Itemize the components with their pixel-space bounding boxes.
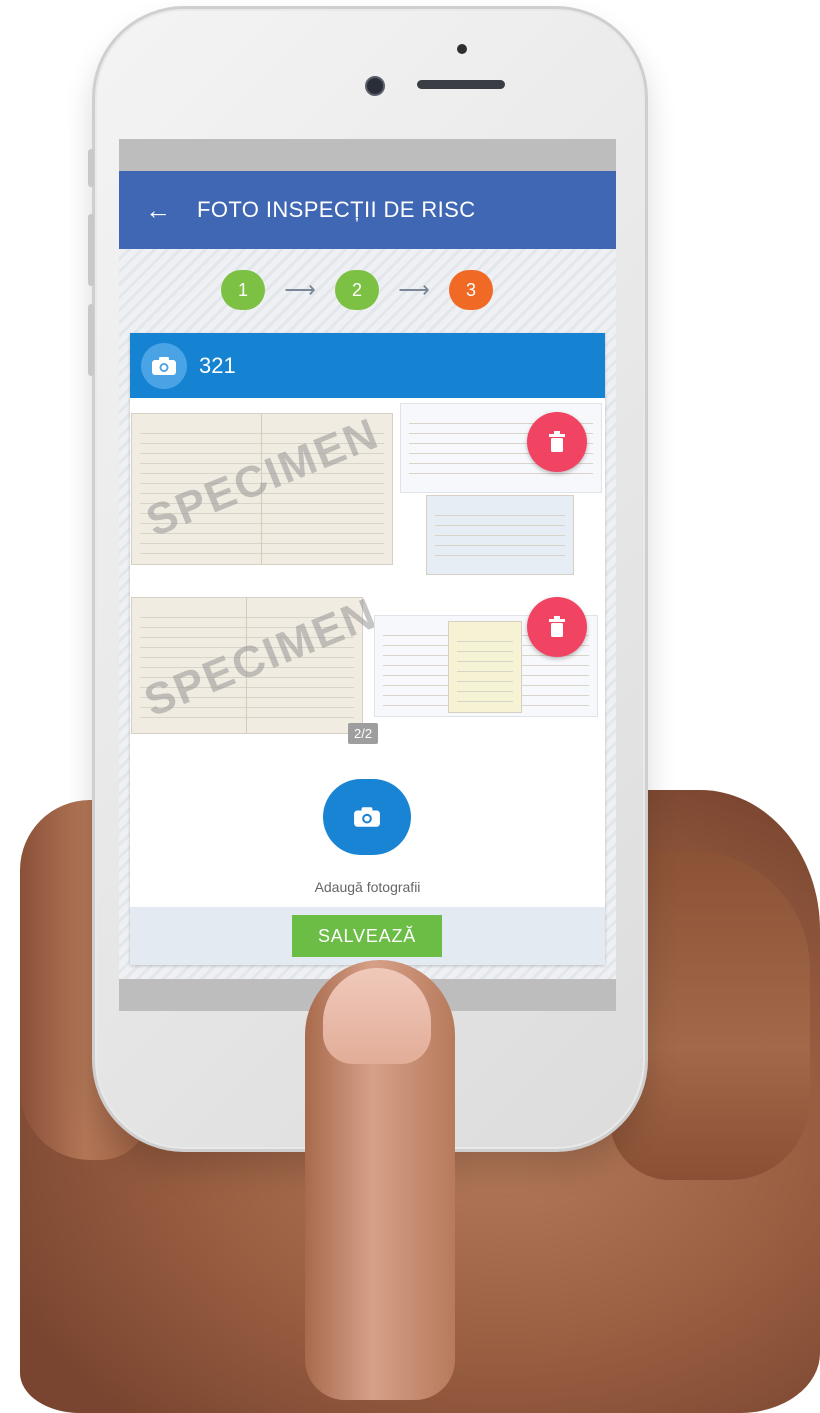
front-camera [365,76,385,96]
arrow-left-icon[interactable]: ← [145,195,175,226]
trash-icon [549,616,565,637]
earpiece [417,80,505,89]
proximity-sensor [457,44,467,54]
stepper: 1 ⟶ 2 ⟶ 3 [221,270,511,310]
document-photo [448,621,522,713]
save-button[interactable]: SALVEAZĂ [292,915,442,957]
card-footer: SALVEAZĂ [130,907,605,965]
card-title: 321 [199,352,236,378]
id-card-photo [426,495,574,575]
arrow-right-icon: ⟶ [284,277,316,302]
add-photo-label: Adaugă fotografii [314,879,421,895]
phone-screen: ← FOTO INSPECȚII DE RISC 1 ⟶ 2 ⟶ 3 321 S… [119,139,616,1011]
step-3[interactable]: 3 [449,270,493,310]
arrow-right-icon: ⟶ [398,277,430,302]
camera-icon [354,807,380,827]
photo-card: 321 SPECIMEN SPECIMEN 2/2 Adaugă fotogra… [130,333,605,965]
volume-up-button [88,214,94,286]
add-photo-button[interactable] [323,779,411,855]
phone-side-button [88,149,94,187]
volume-down-button [88,304,94,376]
page-title: FOTO INSPECȚII DE RISC [197,197,476,222]
delete-photo-button[interactable] [527,597,587,657]
photo-counter-badge: 2/2 [348,723,379,744]
step-2[interactable]: 2 [335,270,379,310]
trash-icon [549,431,565,452]
card-header: 321 [130,333,605,398]
app-bar: ← FOTO INSPECȚII DE RISC [119,171,616,249]
step-1[interactable]: 1 [221,270,265,310]
status-bar [119,139,616,171]
delete-photo-button[interactable] [527,412,587,472]
camera-icon [141,342,187,389]
